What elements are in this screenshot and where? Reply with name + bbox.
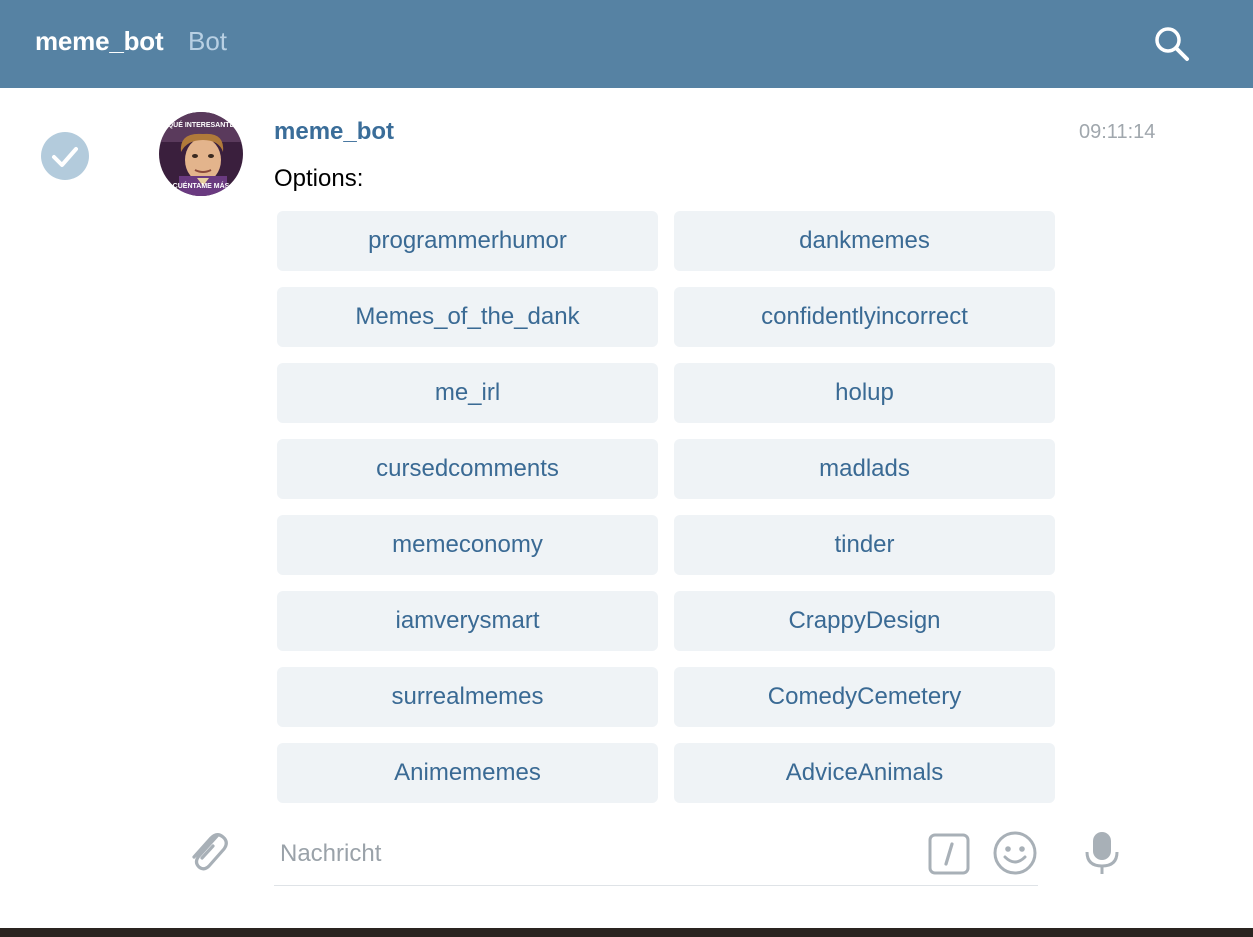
keyboard-button-crappydesign[interactable]: CrappyDesign <box>674 591 1055 651</box>
chat-header: meme_bot Bot <box>0 0 1253 88</box>
message-composer <box>274 826 1038 886</box>
avatar-image: QUÉ INTERESANTE CUÉNTAME MÁS <box>159 112 243 196</box>
keyboard-button-dankmemes[interactable]: dankmemes <box>674 211 1055 271</box>
keyboard-button-madlads[interactable]: madlads <box>674 439 1055 499</box>
sender-avatar[interactable]: QUÉ INTERESANTE CUÉNTAME MÁS <box>159 112 243 196</box>
keyboard-button-animememes[interactable]: Animememes <box>277 743 658 803</box>
keyboard-button-iamverysmart[interactable]: iamverysmart <box>277 591 658 651</box>
keyboard-button-confidentlyincorrect[interactable]: confidentlyincorrect <box>674 287 1055 347</box>
keyboard-button-memeconomy[interactable]: memeconomy <box>277 515 658 575</box>
keyboard-button-comedycemetery[interactable]: ComedyCemetery <box>674 667 1055 727</box>
chat-title[interactable]: meme_bot <box>35 26 164 57</box>
keyboard-button-tinder[interactable]: tinder <box>674 515 1055 575</box>
chat-subtitle: Bot <box>188 26 228 56</box>
microphone-icon[interactable] <box>1084 828 1120 878</box>
keyboard-button-holup[interactable]: holup <box>674 363 1055 423</box>
emoji-icon[interactable] <box>992 830 1038 876</box>
slash-command-icon[interactable] <box>928 833 970 875</box>
message-text: Options: <box>274 165 364 192</box>
message-input[interactable] <box>274 832 914 876</box>
bottom-edge <box>0 928 1253 937</box>
keyboard-button-memes-of-the-dank[interactable]: Memes_of_the_dank <box>277 287 658 347</box>
message-select-checkmark-icon[interactable] <box>41 132 89 180</box>
avatar-caption-top: QUÉ INTERESANTE <box>168 120 235 129</box>
keyboard-button-surrealmemes[interactable]: surrealmemes <box>277 667 658 727</box>
message-timestamp: 09:11:14 <box>1079 121 1156 143</box>
avatar-caption-bottom: CUÉNTAME MÁS <box>173 181 230 190</box>
search-icon[interactable] <box>1152 24 1192 64</box>
paperclip-icon[interactable] <box>184 826 230 876</box>
keyboard-button-me-irl[interactable]: me_irl <box>277 363 658 423</box>
keyboard-button-adviceanimals[interactable]: AdviceAnimals <box>674 743 1055 803</box>
message-sender-name[interactable]: meme_bot <box>274 118 394 146</box>
checkmark-icon <box>52 147 78 167</box>
keyboard-button-cursedcomments[interactable]: cursedcomments <box>277 439 658 499</box>
keyboard-button-programmerhumor[interactable]: programmerhumor <box>277 211 658 271</box>
inline-keyboard: programmerhumor dankmemes Memes_of_the_d… <box>277 211 1055 803</box>
